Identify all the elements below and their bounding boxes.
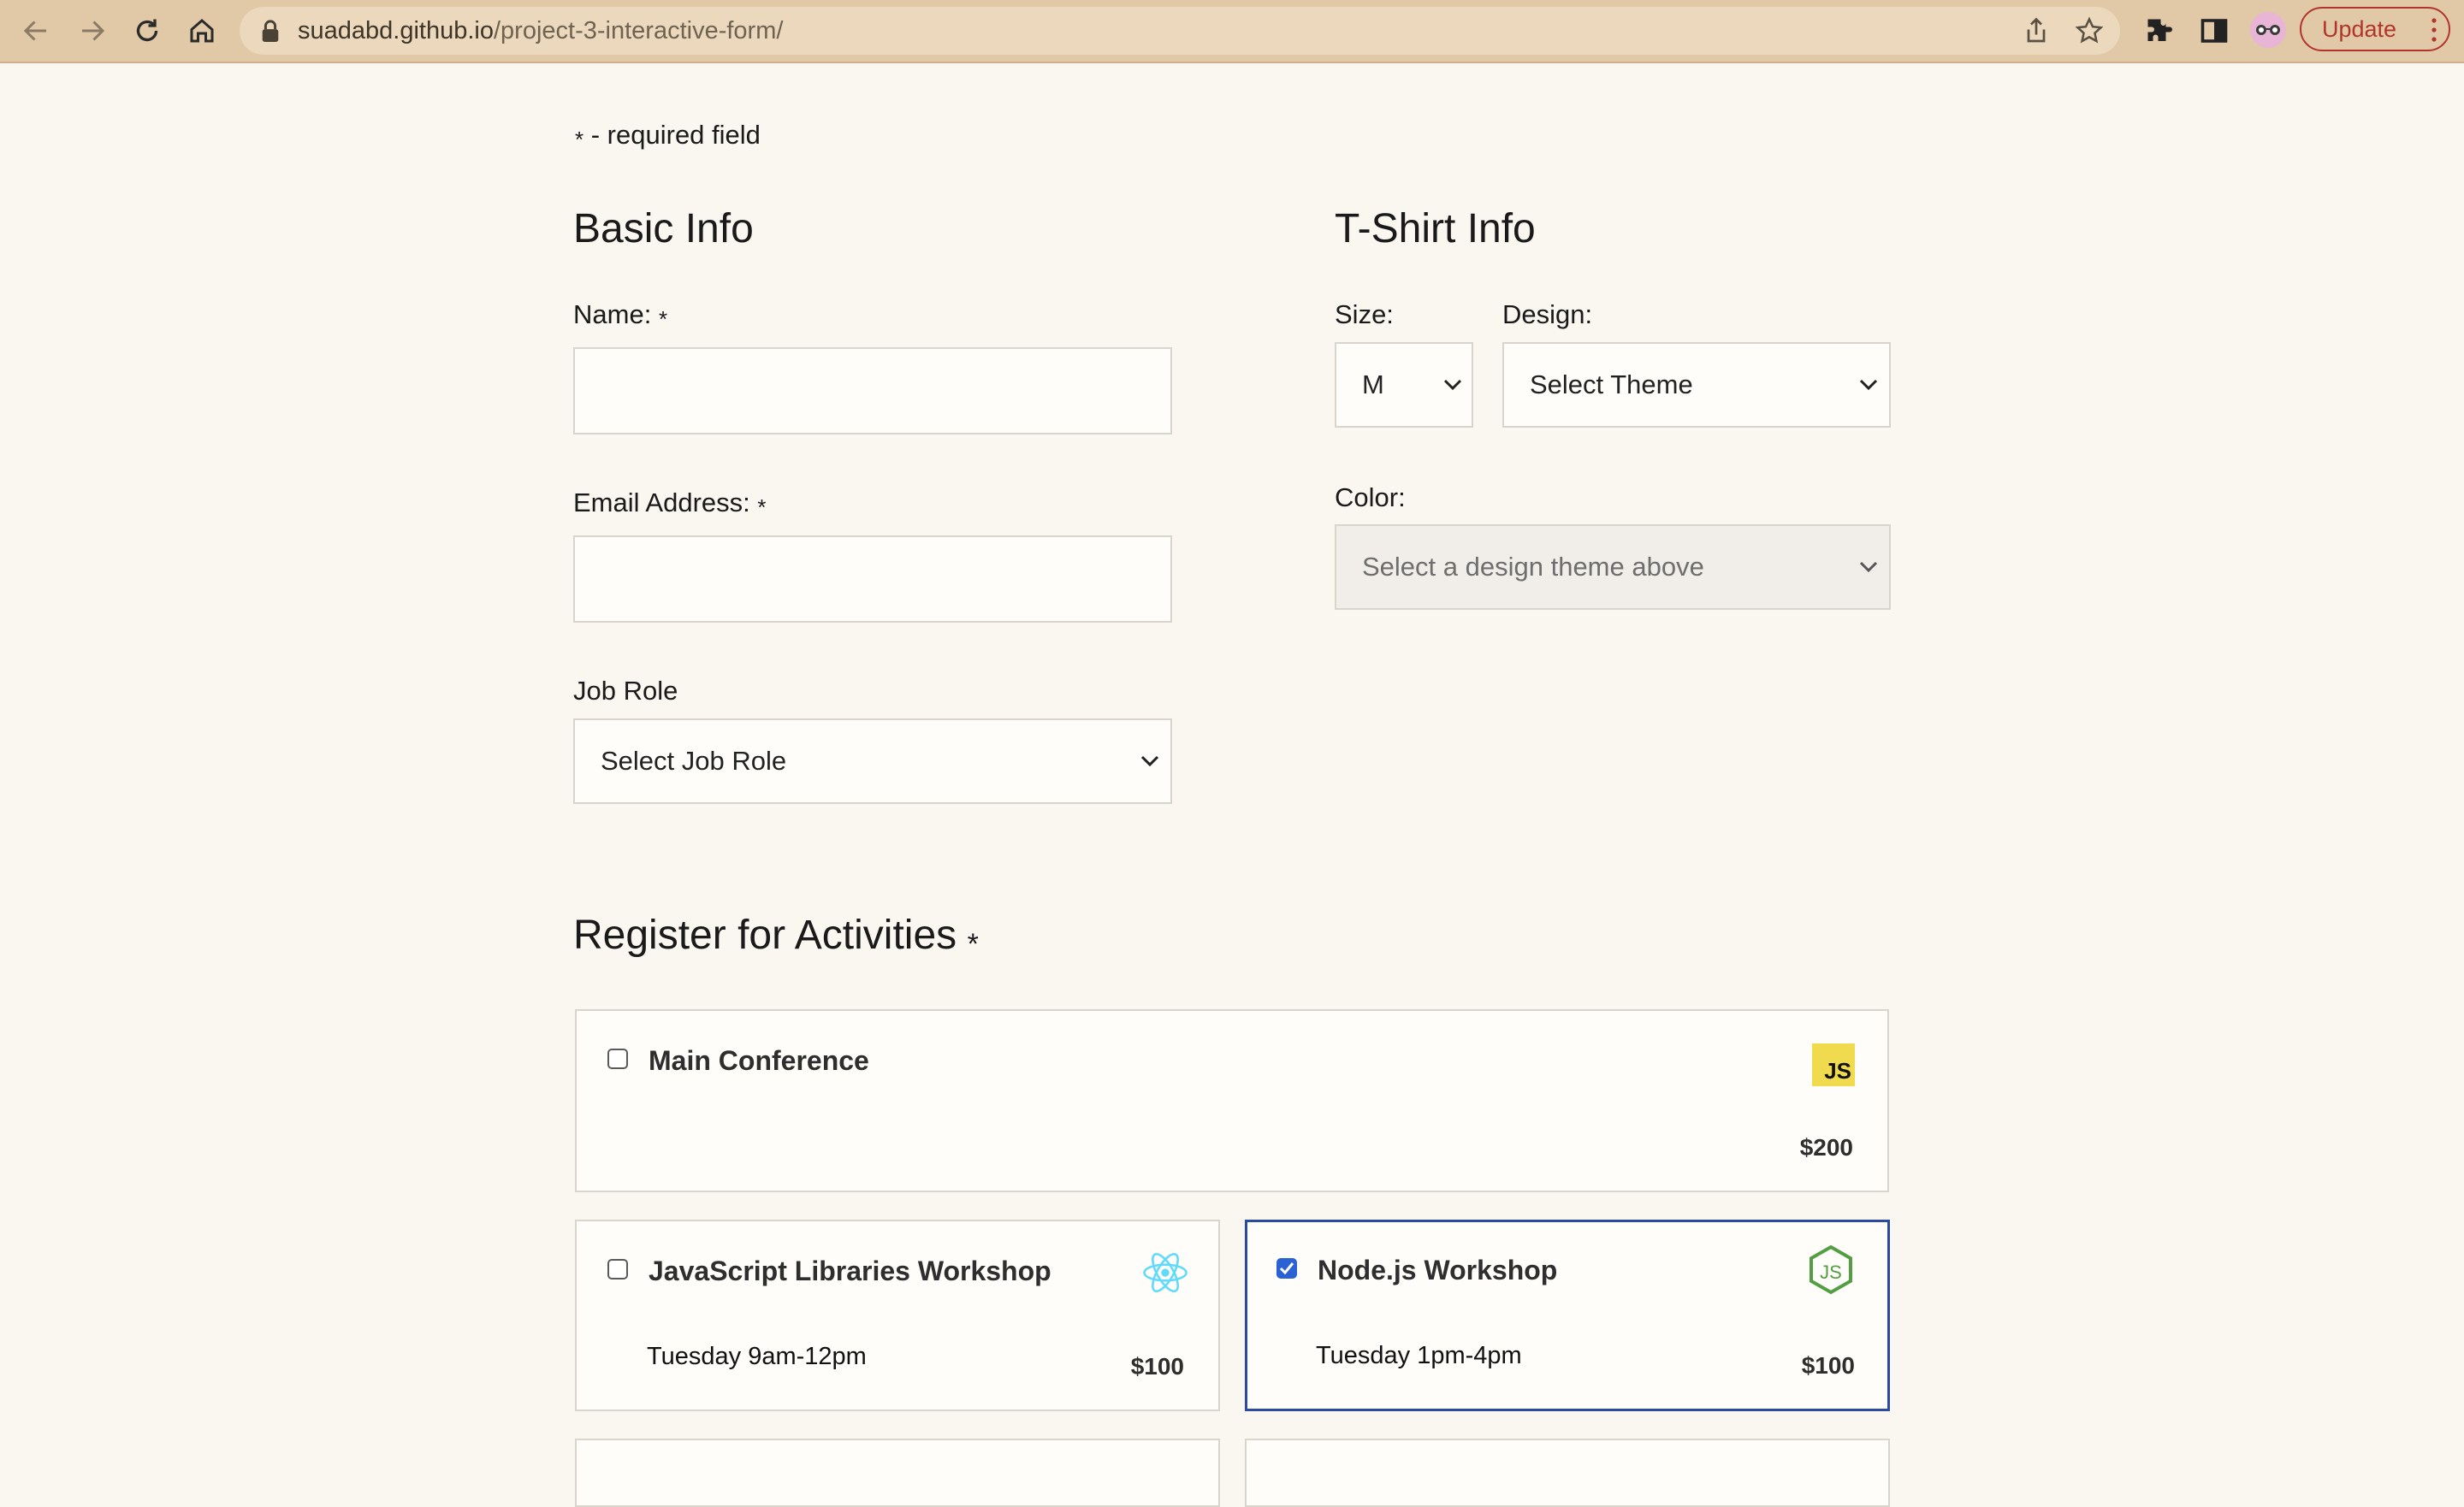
update-button[interactable]: Update xyxy=(2300,7,2450,51)
svg-text:JS: JS xyxy=(1820,1262,1842,1283)
job-role-label: Job Role xyxy=(573,676,678,706)
url-host: suadabd.github.io xyxy=(298,17,494,44)
chevron-down-icon xyxy=(1443,379,1462,391)
activity-card-partial[interactable] xyxy=(575,1439,1220,1507)
activity-time: Tuesday 9am-12pm xyxy=(647,1343,867,1370)
forward-icon[interactable] xyxy=(74,12,111,50)
lock-icon xyxy=(262,20,279,42)
name-input[interactable] xyxy=(573,347,1172,434)
js-logo-icon: JS xyxy=(1812,1043,1855,1086)
address-bar[interactable]: suadabd.github.io/project-3-interactive-… xyxy=(240,7,2120,55)
email-label-text: Email Address: xyxy=(573,488,750,517)
reload-icon[interactable] xyxy=(128,12,166,50)
extensions-icon[interactable] xyxy=(2141,12,2178,50)
url-text: suadabd.github.io/project-3-interactive-… xyxy=(298,7,783,55)
required-asterisk: * xyxy=(658,306,668,332)
activities-heading-text: Register for Activities xyxy=(573,913,957,958)
required-asterisk: * xyxy=(967,928,979,960)
react-logo-icon xyxy=(1143,1252,1188,1293)
activity-title: JavaScript Libraries Workshop xyxy=(649,1256,1051,1286)
activity-card-nodejs[interactable]: Node.js Workshop JS Tuesday 1pm-4pm $100 xyxy=(1245,1220,1890,1411)
nodejs-logo-icon: JS xyxy=(1810,1244,1852,1295)
required-note-text: - required field xyxy=(590,120,761,150)
required-asterisk: * xyxy=(575,127,584,152)
update-label: Update xyxy=(2322,16,2397,42)
activity-cost: $100 xyxy=(1130,1353,1184,1380)
design-value: Select Theme xyxy=(1530,369,1693,399)
name-label-text: Name: xyxy=(573,299,652,329)
star-icon[interactable] xyxy=(2074,15,2105,46)
color-label: Color: xyxy=(1335,482,1406,512)
activity-title: Node.js Workshop xyxy=(1318,1255,1558,1285)
back-icon[interactable] xyxy=(17,12,55,50)
sidepanel-icon[interactable] xyxy=(2195,12,2233,50)
url-path: /project-3-interactive-form/ xyxy=(493,17,784,44)
chevron-down-icon xyxy=(1859,561,1878,573)
color-select[interactable]: Select a design theme above xyxy=(1335,524,1891,610)
design-label: Design: xyxy=(1502,299,1593,329)
activity-card-js-libraries[interactable]: JavaScript Libraries Workshop Tuesday 9a… xyxy=(575,1220,1220,1411)
browser-toolbar: suadabd.github.io/project-3-interactive-… xyxy=(0,0,2464,63)
color-value: Select a design theme above xyxy=(1362,552,1704,582)
share-icon[interactable] xyxy=(2021,15,2052,46)
activity-cost: $200 xyxy=(1799,1134,1853,1161)
size-value: M xyxy=(1362,369,1384,399)
basic-info-heading: Basic Info xyxy=(573,206,754,251)
job-role-select[interactable]: Select Job Role xyxy=(573,718,1172,804)
size-select[interactable]: M xyxy=(1335,342,1473,428)
home-icon[interactable] xyxy=(183,12,221,50)
activity-time: Tuesday 1pm-4pm xyxy=(1316,1342,1522,1369)
design-select[interactable]: Select Theme xyxy=(1502,342,1891,428)
chevron-down-icon xyxy=(1140,755,1159,767)
activity-checkbox[interactable] xyxy=(1276,1258,1297,1279)
email-input[interactable] xyxy=(573,535,1172,623)
profile-avatar[interactable] xyxy=(2250,12,2286,48)
required-asterisk: * xyxy=(757,494,767,520)
activities-heading: Register for Activities * xyxy=(573,912,979,960)
chevron-down-icon xyxy=(1859,379,1878,391)
job-role-value: Select Job Role xyxy=(601,746,787,776)
more-icon[interactable] xyxy=(2431,17,2437,43)
activity-checkbox[interactable] xyxy=(607,1259,628,1279)
activity-checkbox[interactable] xyxy=(607,1049,628,1069)
email-label: Email Address: * xyxy=(573,488,767,520)
tshirt-info-heading: T-Shirt Info xyxy=(1335,206,1536,251)
activity-card-main-conference[interactable]: Main Conference JS $200 xyxy=(575,1009,1889,1192)
activity-card-partial[interactable] xyxy=(1245,1439,1890,1507)
size-label: Size: xyxy=(1335,299,1394,329)
activity-title: Main Conference xyxy=(649,1045,869,1076)
activity-cost: $100 xyxy=(1801,1352,1855,1379)
name-label: Name: * xyxy=(573,299,668,332)
required-note: * - required field xyxy=(575,120,761,152)
